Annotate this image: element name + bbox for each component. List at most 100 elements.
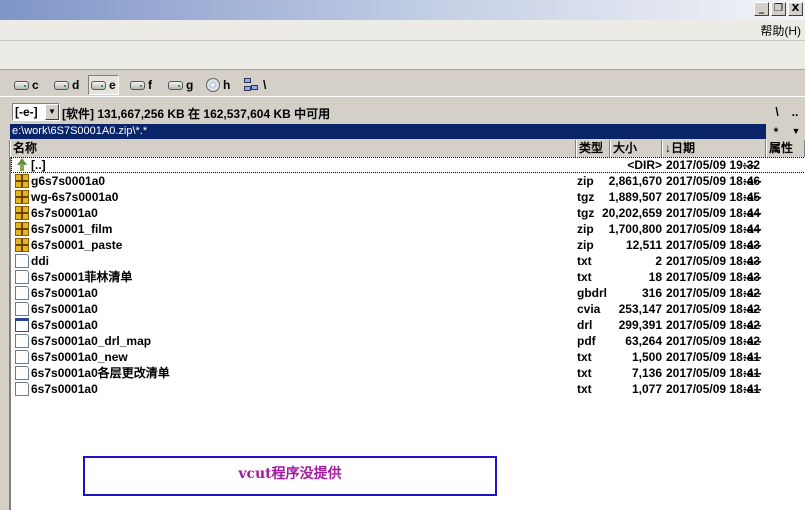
- column-header: 名称 类型 大小 ↓日期 属性: [10, 140, 805, 157]
- file-attr: -a--: [743, 190, 762, 204]
- history-dropdown-button[interactable]: ▼: [788, 124, 804, 139]
- file-name: g6s7s0001a0: [31, 174, 106, 188]
- current-path[interactable]: e:\work\6S7S0001A0.zip\*.*: [10, 124, 766, 139]
- file-type: zip: [577, 174, 594, 188]
- drive-letter: h: [223, 78, 231, 92]
- document-icon: [15, 382, 29, 396]
- column-name[interactable]: 名称: [10, 140, 576, 157]
- menu-bar: 帮助(H): [0, 20, 805, 40]
- file-size: 1,500: [631, 350, 662, 364]
- drive-button-d[interactable]: d: [52, 75, 81, 95]
- file-type: txt: [577, 382, 592, 396]
- file-type: txt: [577, 350, 592, 364]
- archive-icon: [15, 190, 29, 204]
- document-icon: [15, 366, 29, 380]
- drive-select-value: [-e-]: [15, 105, 38, 119]
- drive-button-network[interactable]: \: [242, 75, 268, 95]
- file-row[interactable]: g6s7s0001a0 zip 2,861,670 2017/05/09 18:46-…: [11, 173, 805, 189]
- annotation-box: vcut程序没提供: [83, 456, 497, 496]
- file-attr: -a--: [743, 302, 762, 316]
- document-icon: [15, 254, 29, 268]
- drive-select[interactable]: [-e-] ▼: [12, 103, 60, 121]
- file-row[interactable]: [..] <DIR> 2017/05/09 19:32—: [11, 157, 805, 173]
- filter-button[interactable]: *: [768, 124, 784, 139]
- file-attr: -a--: [743, 366, 762, 380]
- file-name: [..]: [31, 158, 46, 172]
- file-type: txt: [577, 270, 592, 284]
- archive-icon: [15, 238, 29, 252]
- hard-drive-icon: [168, 80, 183, 90]
- file-row[interactable]: 6s7s0001a0 tgz 20,202,659 2017/05/09 18:44-…: [11, 205, 805, 221]
- document-icon: [15, 286, 29, 300]
- file-type: zip: [577, 222, 594, 236]
- file-size: 18: [648, 270, 662, 284]
- drive-button-e[interactable]: e: [88, 75, 119, 95]
- toolbar: [0, 40, 805, 70]
- drive-letter: e: [109, 78, 116, 92]
- file-row[interactable]: 6s7s0001a0_new txt 1,500 2017/05/09 18:41 -a…: [11, 349, 805, 365]
- file-type: tgz: [577, 190, 595, 204]
- window-controls: _ ❐ X: [754, 2, 803, 16]
- column-type[interactable]: 类型: [576, 140, 610, 157]
- file-attr: -a--: [743, 334, 762, 348]
- drive-button-h[interactable]: h: [204, 75, 232, 95]
- file-row[interactable]: 6s7s0001_film zip 1,700,800 2017/05/09 18:4…: [11, 221, 805, 237]
- path-row: [-e-] ▼ [软件] 131,667,256 KB 在 162,537,60…: [10, 102, 805, 122]
- menu-help[interactable]: 帮助(H): [760, 22, 801, 39]
- archive-icon: [15, 222, 29, 236]
- file-size: 1,077: [631, 382, 662, 396]
- file-row[interactable]: wg-6s7s0001a0 tgz 1,889,507 2017/05/09 18:4…: [11, 189, 805, 205]
- minimize-button[interactable]: _: [754, 2, 769, 16]
- file-type: txt: [577, 366, 592, 380]
- file-type: txt: [577, 254, 592, 268]
- root-dir-button[interactable]: \: [769, 103, 785, 121]
- file-row[interactable]: 6s7s0001a0_drl_map pdf 63,264 2017/05/09 18…: [11, 333, 805, 349]
- close-button[interactable]: X: [788, 2, 803, 16]
- restore-button[interactable]: ❐: [771, 2, 786, 16]
- file-attr: —: [743, 158, 755, 172]
- drive-button-g[interactable]: g: [166, 75, 195, 95]
- file-attr: -a--: [743, 350, 762, 364]
- file-size: 7,136: [631, 366, 662, 380]
- file-row[interactable]: ddi txt 2 2017/05/09 18:43 -a--: [11, 253, 805, 269]
- column-attr[interactable]: 属性: [766, 140, 805, 157]
- hard-drive-icon: [130, 80, 145, 90]
- file-size: 1,889,507: [608, 190, 662, 204]
- file-row[interactable]: 6s7s0001_paste zip 12,511 2017/05/09 18:43-…: [11, 237, 805, 253]
- column-date[interactable]: ↓日期: [662, 140, 766, 157]
- network-icon: [244, 78, 260, 92]
- file-type: tgz: [577, 206, 595, 220]
- drive-letter: \: [263, 78, 267, 92]
- file-size: 2,861,670: [608, 174, 662, 188]
- parent-folder-icon: [15, 158, 29, 172]
- drive-button-f[interactable]: f: [128, 75, 154, 95]
- file-row[interactable]: 6s7s0001a0 gbdrl 316 2017/05/09 18:42 -a--: [11, 285, 805, 301]
- title-bar: _ ❐ X: [0, 0, 805, 20]
- column-size[interactable]: 大小: [610, 140, 662, 157]
- file-row[interactable]: 6s7s0001a0 drl 299,391 2017/05/09 18:42 -a--: [11, 317, 805, 333]
- left-panel-edge: [0, 140, 10, 510]
- file-size: 253,147: [618, 302, 662, 316]
- parent-dir-button[interactable]: ..: [787, 103, 803, 121]
- file-name: 6s7s0001菲林清单: [31, 270, 133, 284]
- file-type: drl: [577, 318, 593, 332]
- file-attr: -a--: [743, 222, 762, 236]
- hard-drive-icon: [14, 80, 29, 90]
- hard-drive-icon: [54, 80, 69, 90]
- file-type: zip: [577, 238, 594, 252]
- drive-button-c[interactable]: c: [12, 75, 41, 95]
- file-row[interactable]: 6s7s0001菲林清单 txt 18 2017/05/09 18:43 -a--: [11, 269, 805, 285]
- drive-letter: f: [148, 78, 152, 92]
- file-name: 6s7s0001a0: [31, 318, 98, 332]
- file-row[interactable]: 6s7s0001a0 txt 1,077 2017/05/09 18:41 -a--: [11, 381, 805, 397]
- drive-letter: g: [186, 78, 194, 92]
- drive-letter: c: [32, 78, 39, 92]
- file-size: 1,700,800: [608, 222, 662, 236]
- file-attr: -a--: [743, 382, 762, 396]
- window-file-icon: [15, 318, 29, 332]
- chevron-down-icon[interactable]: ▼: [45, 104, 59, 120]
- file-row[interactable]: 6s7s0001a0各层更改清单 txt 7,136 2017/05/09 18:41…: [11, 365, 805, 381]
- drive-letter: d: [72, 78, 80, 92]
- file-row[interactable]: 6s7s0001a0 cvia 253,147 2017/05/09 18:42 -a-…: [11, 301, 805, 317]
- file-size: 316: [641, 286, 662, 300]
